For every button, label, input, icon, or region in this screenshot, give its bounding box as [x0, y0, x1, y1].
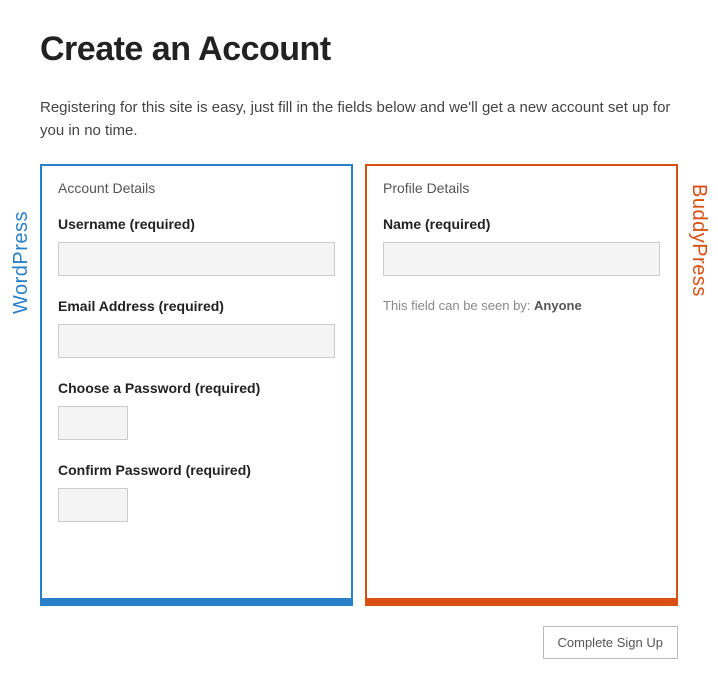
password-input[interactable] — [58, 406, 128, 440]
username-input[interactable] — [58, 242, 335, 276]
buddypress-side-label: BuddyPress — [687, 184, 710, 297]
username-label: Username (required) — [58, 216, 335, 232]
account-details-panel: Account Details Username (required) Emai… — [40, 164, 353, 606]
confirm-password-label: Confirm Password (required) — [58, 462, 335, 478]
name-field-block: Name (required) — [383, 216, 660, 276]
username-field-block: Username (required) — [58, 216, 335, 276]
account-details-title: Account Details — [58, 180, 335, 196]
email-input[interactable] — [58, 324, 335, 358]
email-label: Email Address (required) — [58, 298, 335, 314]
form-panels: WordPress Account Details Username (requ… — [40, 164, 678, 606]
visibility-value: Anyone — [534, 298, 582, 313]
page-title: Create an Account — [40, 30, 678, 69]
email-field-block: Email Address (required) — [58, 298, 335, 358]
confirm-password-input[interactable] — [58, 488, 128, 522]
profile-details-panel: Profile Details Name (required) This fie… — [365, 164, 678, 606]
visibility-note: This field can be seen by: Anyone — [383, 298, 660, 313]
visibility-prefix: This field can be seen by: — [383, 298, 534, 313]
actions-bar: Complete Sign Up — [40, 626, 678, 659]
confirm-password-field-block: Confirm Password (required) — [58, 462, 335, 522]
profile-details-title: Profile Details — [383, 180, 660, 196]
password-label: Choose a Password (required) — [58, 380, 335, 396]
name-label: Name (required) — [383, 216, 660, 232]
wordpress-side-label: WordPress — [10, 211, 33, 314]
intro-text: Registering for this site is easy, just … — [40, 97, 678, 142]
name-input[interactable] — [383, 242, 660, 276]
complete-signup-button[interactable]: Complete Sign Up — [543, 626, 679, 659]
password-field-block: Choose a Password (required) — [58, 380, 335, 440]
